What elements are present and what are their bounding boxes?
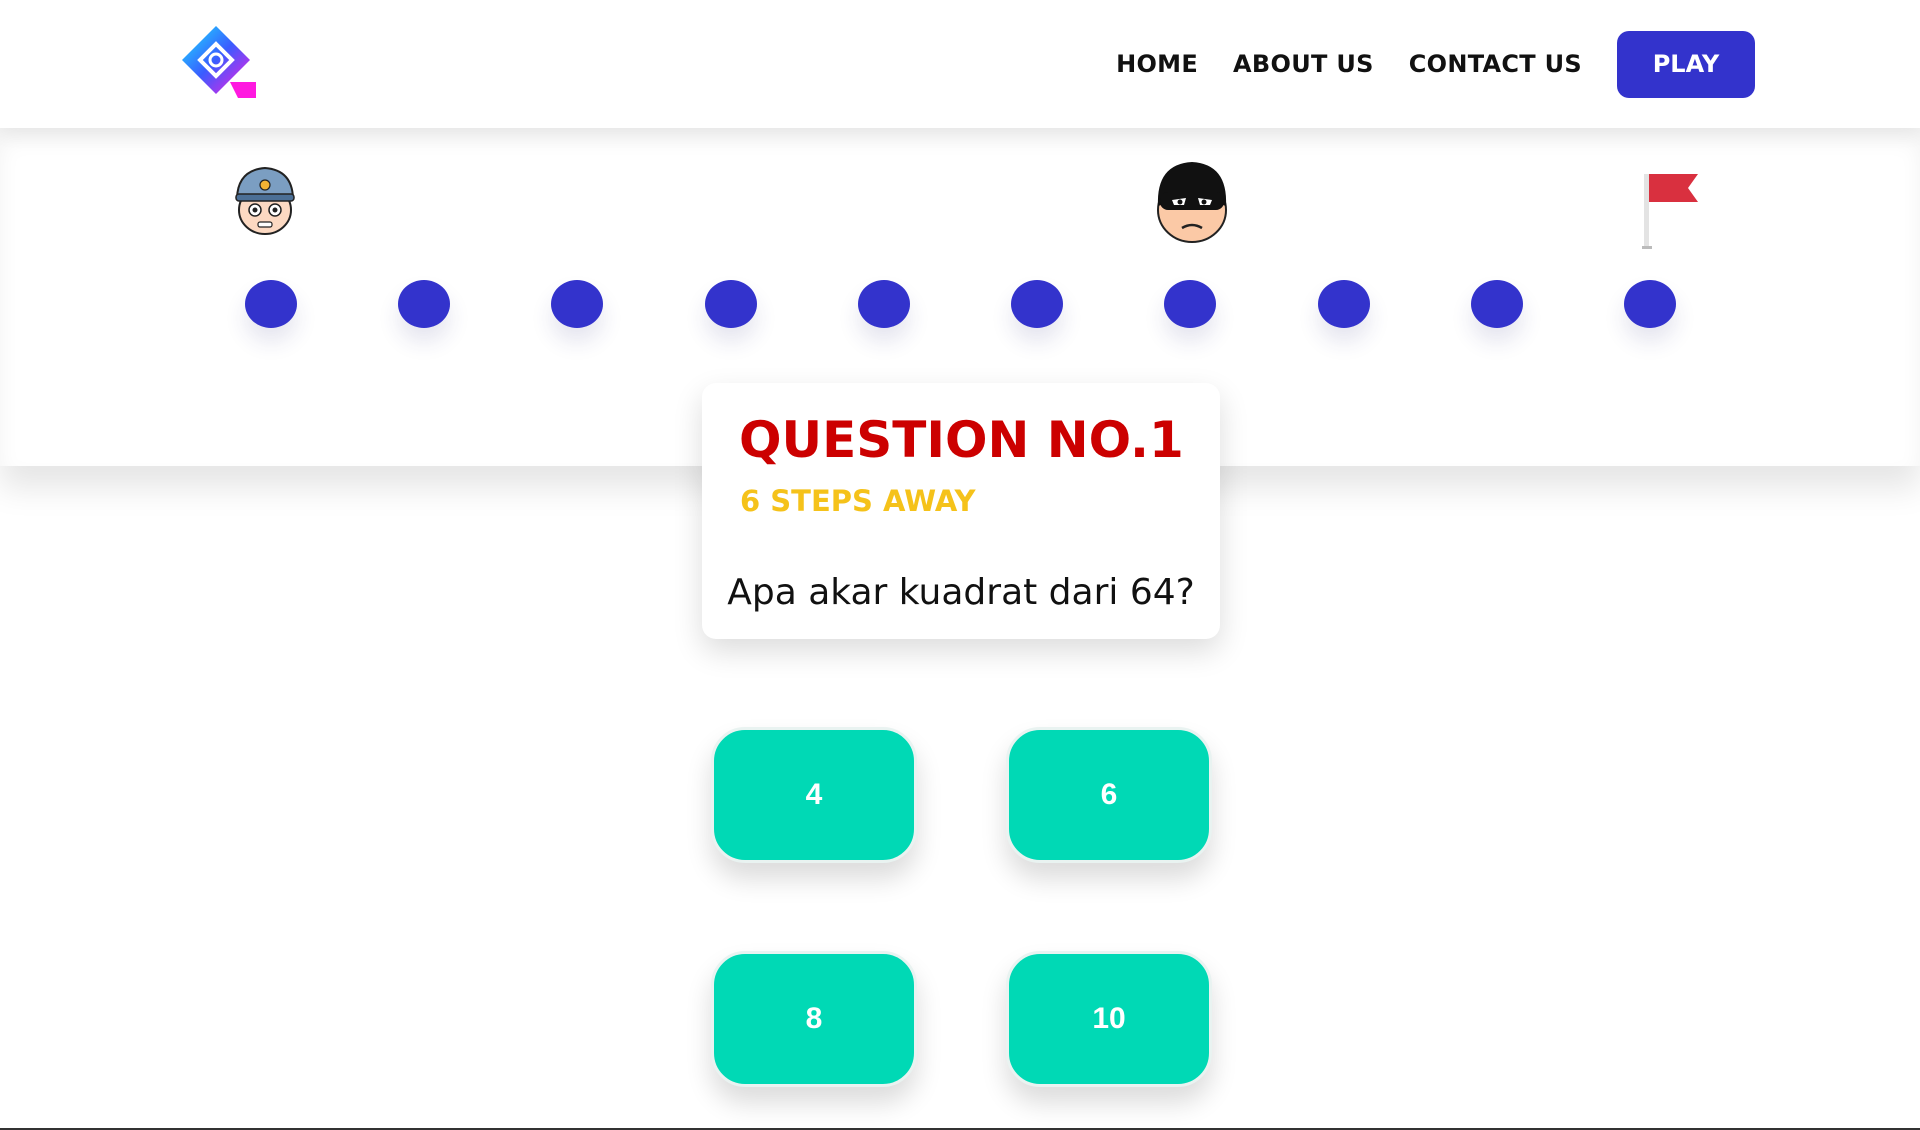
main-nav: HOME ABOUT US CONTACT US PLAY [1116,0,1920,128]
site-header: HOME ABOUT US CONTACT US PLAY [0,0,1920,128]
track-step-dot-2 [398,280,450,328]
track-step-dot-6 [1011,280,1063,328]
track-step-dot-9 [1471,280,1523,328]
track-step-dot-3 [551,280,603,328]
answer-button-4[interactable]: 10 [1006,951,1212,1087]
question-title: QUESTION NO.1 [739,411,1184,469]
track-step-dot-10 [1624,280,1676,328]
police-officer-icon [230,164,300,236]
question-card: QUESTION NO.1 6 STEPS AWAY Apa akar kuad… [702,383,1220,639]
play-button[interactable]: PLAY [1617,30,1755,98]
track-step-dot-1 [245,280,297,328]
red-flag-icon [1636,168,1706,252]
masked-thief-icon [1150,158,1234,244]
answer-button-2[interactable]: 6 [1006,727,1212,863]
track-step-dot-5 [858,280,910,328]
track-step-dot-4 [705,280,757,328]
steps-away-label: 6 STEPS AWAY [740,484,976,518]
answer-button-1[interactable]: 4 [711,727,917,863]
answer-button-3[interactable]: 8 [711,951,917,1087]
track-step-dot-7 [1164,280,1216,328]
track-step-dot-8 [1318,280,1370,328]
nav-home-link[interactable]: HOME [1116,50,1198,78]
diamond-q-logo-icon[interactable] [180,24,258,100]
nav-about-link[interactable]: ABOUT US [1233,50,1374,78]
question-text: Apa akar kuadrat dari 64? [727,572,1195,613]
nav-contact-link[interactable]: CONTACT US [1409,50,1582,78]
